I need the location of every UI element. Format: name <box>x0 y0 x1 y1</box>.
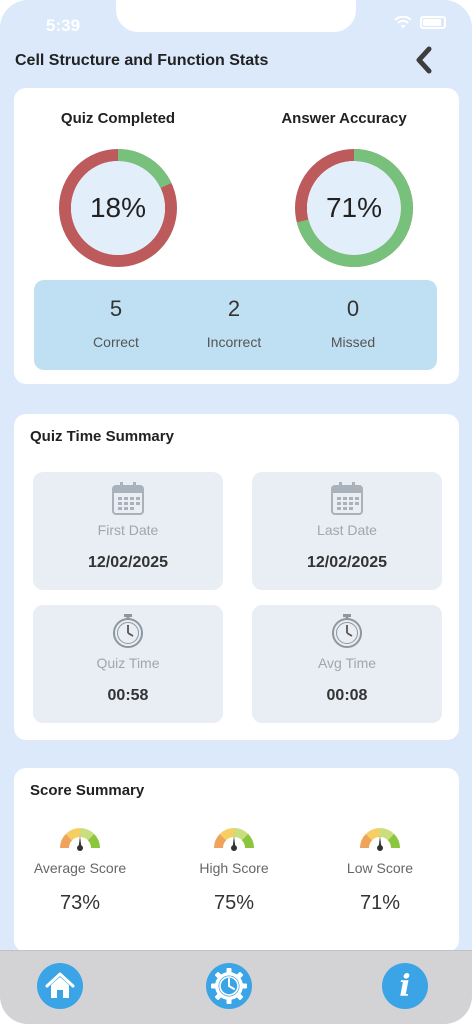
home-icon <box>45 972 75 998</box>
calendar-icon <box>331 482 363 515</box>
count-incorrect: 2 Incorrect <box>174 296 294 350</box>
average-score-label: Average Score <box>33 860 127 876</box>
status-time: 5:39 <box>46 16 81 35</box>
low-score: Low Score 71% <box>310 818 450 915</box>
quiz-completed-title: Quiz Completed <box>60 110 176 127</box>
quiz-completed-percent: 18% <box>89 192 147 223</box>
home-button[interactable] <box>37 963 83 1009</box>
low-score-label: Low Score <box>346 860 414 876</box>
settings-icon <box>211 968 247 1004</box>
back-button[interactable] <box>412 46 436 74</box>
answer-accuracy-title: Answer Accuracy <box>281 110 407 127</box>
first-date-value: 12/02/2025 <box>87 554 169 571</box>
average-score-value: 73% <box>59 892 101 914</box>
average-score: Average Score 73% <box>10 818 150 915</box>
tile-first-date: First Date 12/02/2025 <box>33 472 223 590</box>
settings-button[interactable] <box>206 963 252 1009</box>
count-missed: 0 Missed <box>293 296 413 350</box>
score-summary-card: Score Summary Average Score 73% High Sco… <box>14 768 459 952</box>
count-correct-label: Correct <box>93 334 139 350</box>
answer-accuracy-percent: 71% <box>325 192 383 223</box>
gauge-icon <box>214 828 254 851</box>
time-summary-card: Quiz Time Summary First Date 12/02/2025 <box>14 414 459 740</box>
stopwatch-icon <box>332 614 362 648</box>
low-score-value: 71% <box>359 892 401 914</box>
device-notch <box>116 0 356 32</box>
count-correct-value: 5 <box>109 296 123 321</box>
avg-time-value: 00:08 <box>326 687 368 704</box>
last-date-label: Last Date <box>317 522 377 538</box>
answer-counts-panel: 5 Correct 2 Incorrect 0 Missed <box>34 280 437 370</box>
count-incorrect-label: Incorrect <box>206 334 262 350</box>
page-title: Cell Structure and Function Stats <box>15 52 269 69</box>
high-score: High Score 75% <box>164 818 304 915</box>
first-date-label: First Date <box>97 522 159 538</box>
avg-time-label: Avg Time <box>317 655 377 671</box>
tile-avg-time: Avg Time 00:08 <box>252 605 442 723</box>
score-summary-title: Score Summary <box>30 782 145 799</box>
stopwatch-icon <box>113 614 143 648</box>
high-score-value: 75% <box>213 892 255 914</box>
high-score-label: High Score <box>199 860 269 876</box>
info-button[interactable]: i <box>382 963 428 1009</box>
tab-bar: i <box>0 950 472 1024</box>
count-missed-label: Missed <box>330 334 376 350</box>
info-icon: i <box>399 968 411 1004</box>
tile-quiz-time: Quiz Time 00:58 <box>33 605 223 723</box>
quiz-time-value: 00:58 <box>107 687 149 704</box>
count-missed-value: 0 <box>346 296 360 321</box>
count-incorrect-value: 2 <box>227 296 241 321</box>
stats-card: Quiz Completed 18% Answer Accuracy 71% 5… <box>14 88 459 384</box>
quiz-completed-ring: 18% <box>58 148 178 268</box>
header: Cell Structure and Function Stats <box>0 40 472 80</box>
gauge-icon <box>360 828 400 851</box>
quiz-time-label: Quiz Time <box>96 655 160 671</box>
time-summary-title: Quiz Time Summary <box>30 428 174 445</box>
answer-accuracy-ring: 71% <box>294 148 414 268</box>
tile-last-date: Last Date 12/02/2025 <box>252 472 442 590</box>
count-correct: 5 Correct <box>56 296 176 350</box>
battery-icon <box>420 16 446 29</box>
status-icons <box>394 16 446 29</box>
wifi-icon <box>394 16 412 29</box>
chevron-left-icon <box>416 46 432 74</box>
last-date-value: 12/02/2025 <box>306 554 388 571</box>
app-screen: 5:39 Cell Structure and Function Stats Q… <box>0 0 472 1024</box>
gauge-icon <box>60 828 100 851</box>
calendar-icon <box>112 482 144 515</box>
